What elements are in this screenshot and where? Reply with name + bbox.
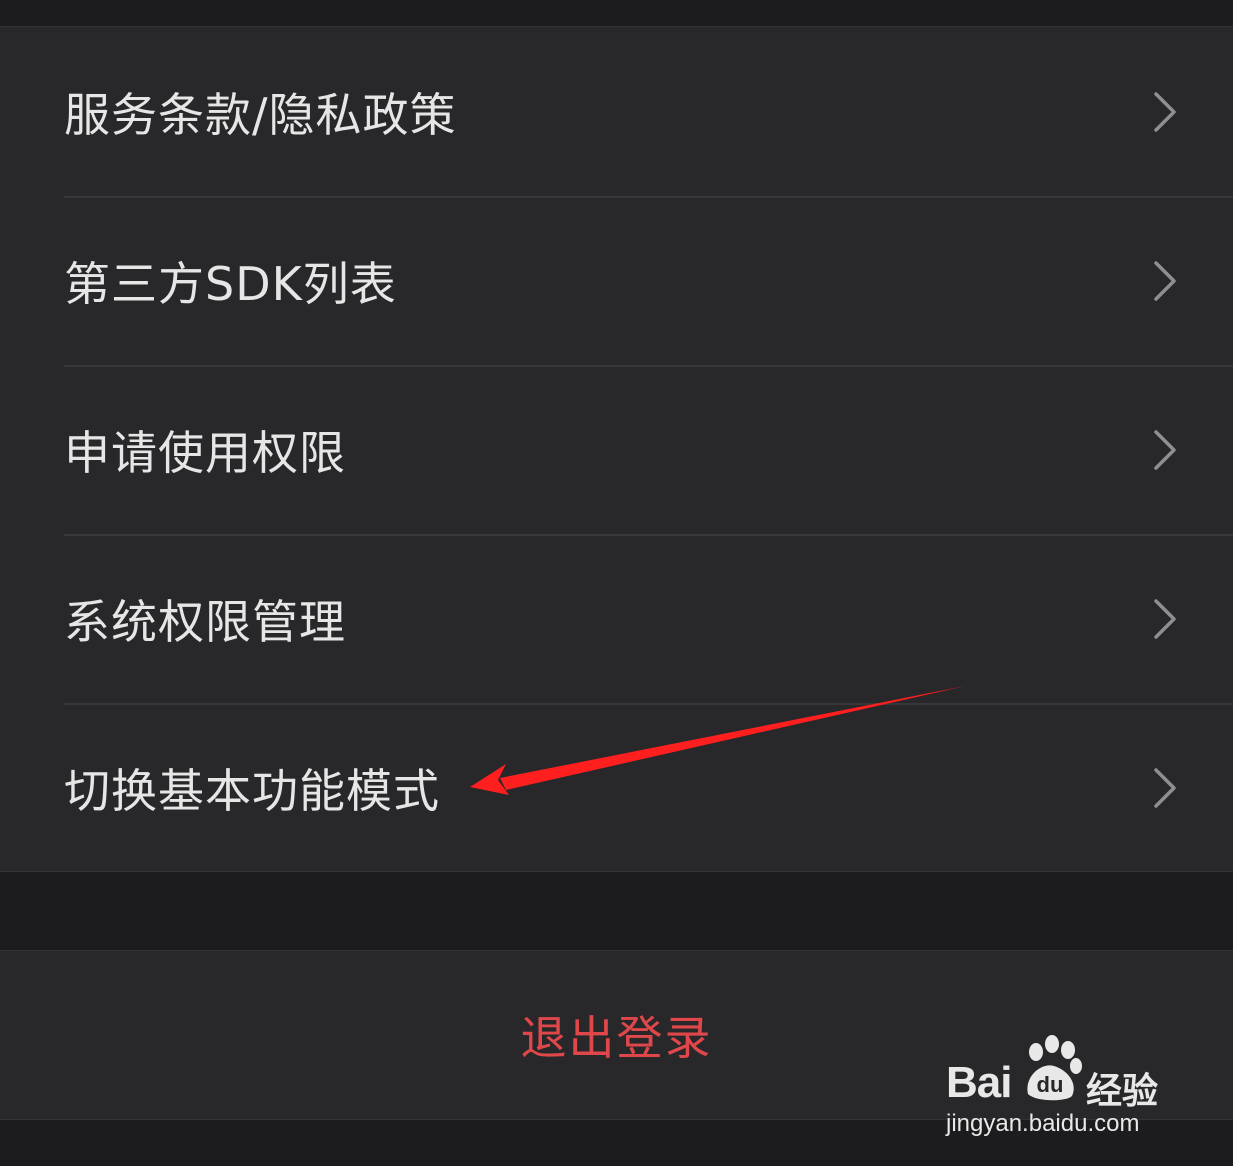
- logout-section: 退出登录: [0, 950, 1233, 1120]
- settings-item-label: 服务条款/隐私政策: [64, 87, 457, 142]
- settings-item-label: 第三方SDK列表: [64, 256, 397, 311]
- chevron-right-icon: [1153, 91, 1177, 132]
- logout-label: 退出登录: [520, 1011, 713, 1065]
- settings-item-request-permissions[interactable]: 申请使用权限: [0, 365, 1233, 534]
- settings-item-label: 申请使用权限: [64, 425, 346, 480]
- chevron-right-icon: [1153, 260, 1177, 301]
- settings-item-label: 系统权限管理: [64, 594, 346, 649]
- section-gap: [0, 872, 1233, 950]
- bottom-spacer: [0, 1120, 1233, 1166]
- top-spacer: [0, 0, 1233, 26]
- settings-list: 服务条款/隐私政策 第三方SDK列表 申请使用权限 系统权限管理 切换基本功能模…: [0, 26, 1233, 872]
- settings-item-third-party-sdk[interactable]: 第三方SDK列表: [0, 196, 1233, 365]
- settings-item-system-permissions[interactable]: 系统权限管理: [0, 534, 1233, 703]
- settings-item-label: 切换基本功能模式: [64, 763, 440, 818]
- settings-item-basic-mode[interactable]: 切换基本功能模式: [0, 703, 1233, 872]
- chevron-right-icon: [1153, 767, 1177, 808]
- chevron-right-icon: [1153, 598, 1177, 639]
- logout-button[interactable]: 退出登录: [0, 951, 1233, 1119]
- settings-item-terms-privacy[interactable]: 服务条款/隐私政策: [0, 27, 1233, 196]
- chevron-right-icon: [1153, 429, 1177, 470]
